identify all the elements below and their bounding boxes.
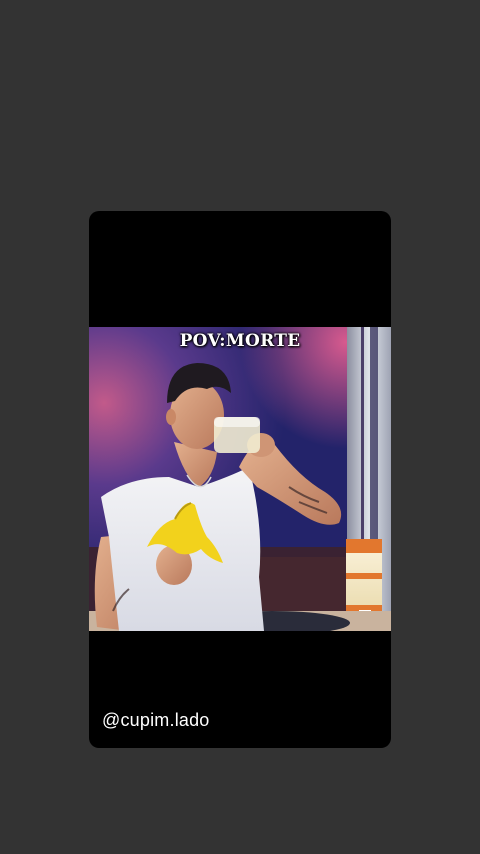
video-thumbnail (89, 327, 391, 631)
username-tag[interactable]: @cupim.lado (102, 710, 210, 731)
video-frame[interactable]: POV:MORTE (89, 327, 391, 631)
video-caption: POV:MORTE (179, 331, 301, 351)
story-card[interactable]: POV:MORTE @cupim.lado (89, 211, 391, 748)
story-viewer-screen: POV:MORTE @cupim.lado (0, 0, 480, 854)
